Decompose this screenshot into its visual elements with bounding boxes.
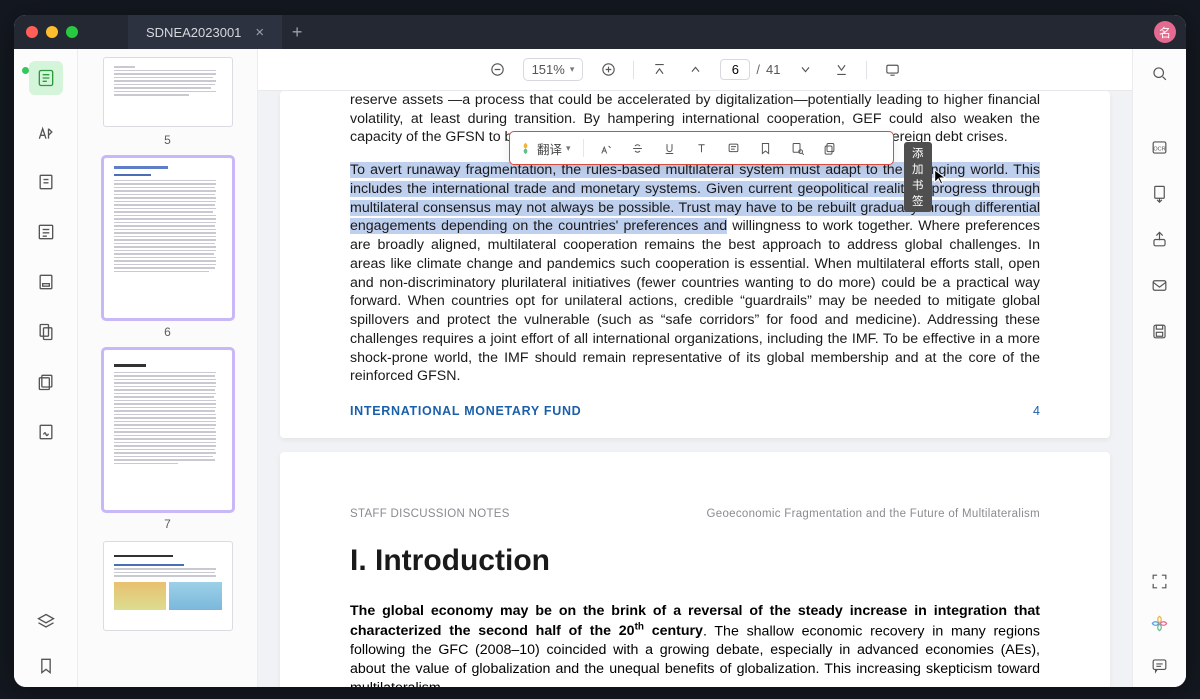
copy-panel-button[interactable] <box>33 369 59 395</box>
tab-title: SDNEA2023001 <box>146 25 241 40</box>
maximize-window-button[interactable] <box>66 26 78 38</box>
copy-button[interactable] <box>820 138 840 158</box>
page-input[interactable] <box>720 59 750 80</box>
search-button[interactable] <box>1148 61 1172 85</box>
document-tab[interactable]: SDNEA2023001 × <box>128 15 282 49</box>
titlebar: SDNEA2023001 × + 名 <box>14 15 1186 49</box>
zoom-in-button[interactable] <box>597 59 619 81</box>
bookmark-button[interactable] <box>33 653 59 679</box>
ocr-button[interactable]: OCR <box>1148 135 1172 159</box>
caret-down-icon: ▾ <box>570 64 575 75</box>
translate-logo-icon <box>518 141 533 156</box>
footer-org: INTERNATIONAL MONETARY FUND <box>350 404 581 418</box>
traffic-lights <box>14 26 78 38</box>
page-scroll-area[interactable]: reserve assets —a process that could be … <box>258 91 1132 687</box>
new-tab-button[interactable]: + <box>282 22 312 43</box>
page-total: 41 <box>766 62 780 77</box>
heading-introduction: I. Introduction <box>350 544 1040 578</box>
fit-page-button[interactable] <box>1148 569 1172 593</box>
presentation-button[interactable] <box>881 59 903 81</box>
page-thumbnail-5[interactable] <box>103 57 233 127</box>
document-viewer: 151% ▾ / 41 reserve assets <box>258 49 1132 687</box>
first-page-button[interactable] <box>648 59 670 81</box>
app-window: SDNEA2023001 × + 名 <box>14 15 1186 687</box>
header-left: STAFF DISCUSSION NOTES <box>350 508 510 520</box>
page-thumbnail-7[interactable] <box>103 349 233 511</box>
viewer-toolbar: 151% ▾ / 41 <box>258 49 1132 91</box>
zoom-out-button[interactable] <box>487 59 509 81</box>
layers-button[interactable] <box>33 609 59 635</box>
left-sidebar <box>14 49 78 687</box>
close-window-button[interactable] <box>26 26 38 38</box>
mail-button[interactable] <box>1148 273 1172 297</box>
selection-toolbar: 翻译 ▾ 添加书签 <box>509 131 894 165</box>
separator <box>583 139 584 157</box>
note-button[interactable] <box>724 138 744 158</box>
zoom-value: 151% <box>532 62 565 77</box>
signature-panel-button[interactable] <box>33 419 59 445</box>
app-body: 5 6 <box>14 49 1186 687</box>
page-control: / 41 <box>720 59 780 80</box>
paragraph: To avert runaway fragmentation, the rule… <box>350 161 1040 386</box>
search-doc-button[interactable] <box>788 138 808 158</box>
export-button[interactable] <box>1148 181 1172 205</box>
annotation-tool-button[interactable] <box>33 119 59 145</box>
header-right: Geoeconomic Fragmentation and the Future… <box>707 508 1040 520</box>
underline-button[interactable] <box>660 138 680 158</box>
page-7: STAFF DISCUSSION NOTES Geoeconomic Fragm… <box>280 452 1110 687</box>
user-avatar[interactable]: 名 <box>1154 21 1176 43</box>
right-sidebar: OCR <box>1132 49 1186 687</box>
close-tab-button[interactable]: × <box>255 24 264 41</box>
footer-page-number: 4 <box>1033 404 1040 418</box>
outline-panel-button[interactable] <box>33 219 59 245</box>
highlight-button[interactable] <box>596 138 616 158</box>
attachments-panel-button[interactable] <box>33 319 59 345</box>
share-button[interactable] <box>1148 227 1172 251</box>
next-page-button[interactable] <box>794 59 816 81</box>
zoom-select[interactable]: 151% ▾ <box>523 58 584 81</box>
page-slash: / <box>756 62 760 77</box>
page-thumbnail-6[interactable] <box>103 157 233 319</box>
running-header: STAFF DISCUSSION NOTES Geoeconomic Fragm… <box>350 508 1040 520</box>
thumbnail-label-7: 7 <box>88 517 247 531</box>
svg-text:OCR: OCR <box>1153 146 1165 152</box>
prev-page-button[interactable] <box>684 59 706 81</box>
translate-button[interactable]: 翻译 ▾ <box>518 139 571 158</box>
bookmark-add-button[interactable] <box>756 138 776 158</box>
page-footer: INTERNATIONAL MONETARY FUND 4 <box>350 404 1040 418</box>
strikethrough-button[interactable] <box>628 138 648 158</box>
last-page-button[interactable] <box>830 59 852 81</box>
body-text: willingness to work together. Where pref… <box>350 218 1040 384</box>
notes-panel-button[interactable] <box>33 169 59 195</box>
thumbnails-panel-button[interactable] <box>29 61 63 95</box>
comments-button[interactable] <box>1148 653 1172 677</box>
paragraph: The global economy may be on the brink o… <box>350 602 1040 687</box>
status-dot <box>22 67 29 74</box>
text-style-button[interactable] <box>692 138 712 158</box>
separator <box>866 61 867 79</box>
save-button[interactable] <box>1148 319 1172 343</box>
page-6: reserve assets —a process that could be … <box>280 91 1110 438</box>
thumbnail-label-5: 5 <box>88 133 247 147</box>
separator <box>633 61 634 79</box>
thumbnail-panel: 5 6 <box>78 49 258 687</box>
minimize-window-button[interactable] <box>46 26 58 38</box>
thumbnail-label-6: 6 <box>88 325 247 339</box>
caret-down-icon: ▾ <box>566 143 571 154</box>
ai-assistant-button[interactable] <box>1148 611 1172 635</box>
page-thumbnail-8[interactable] <box>103 541 233 631</box>
form-panel-button[interactable] <box>33 269 59 295</box>
